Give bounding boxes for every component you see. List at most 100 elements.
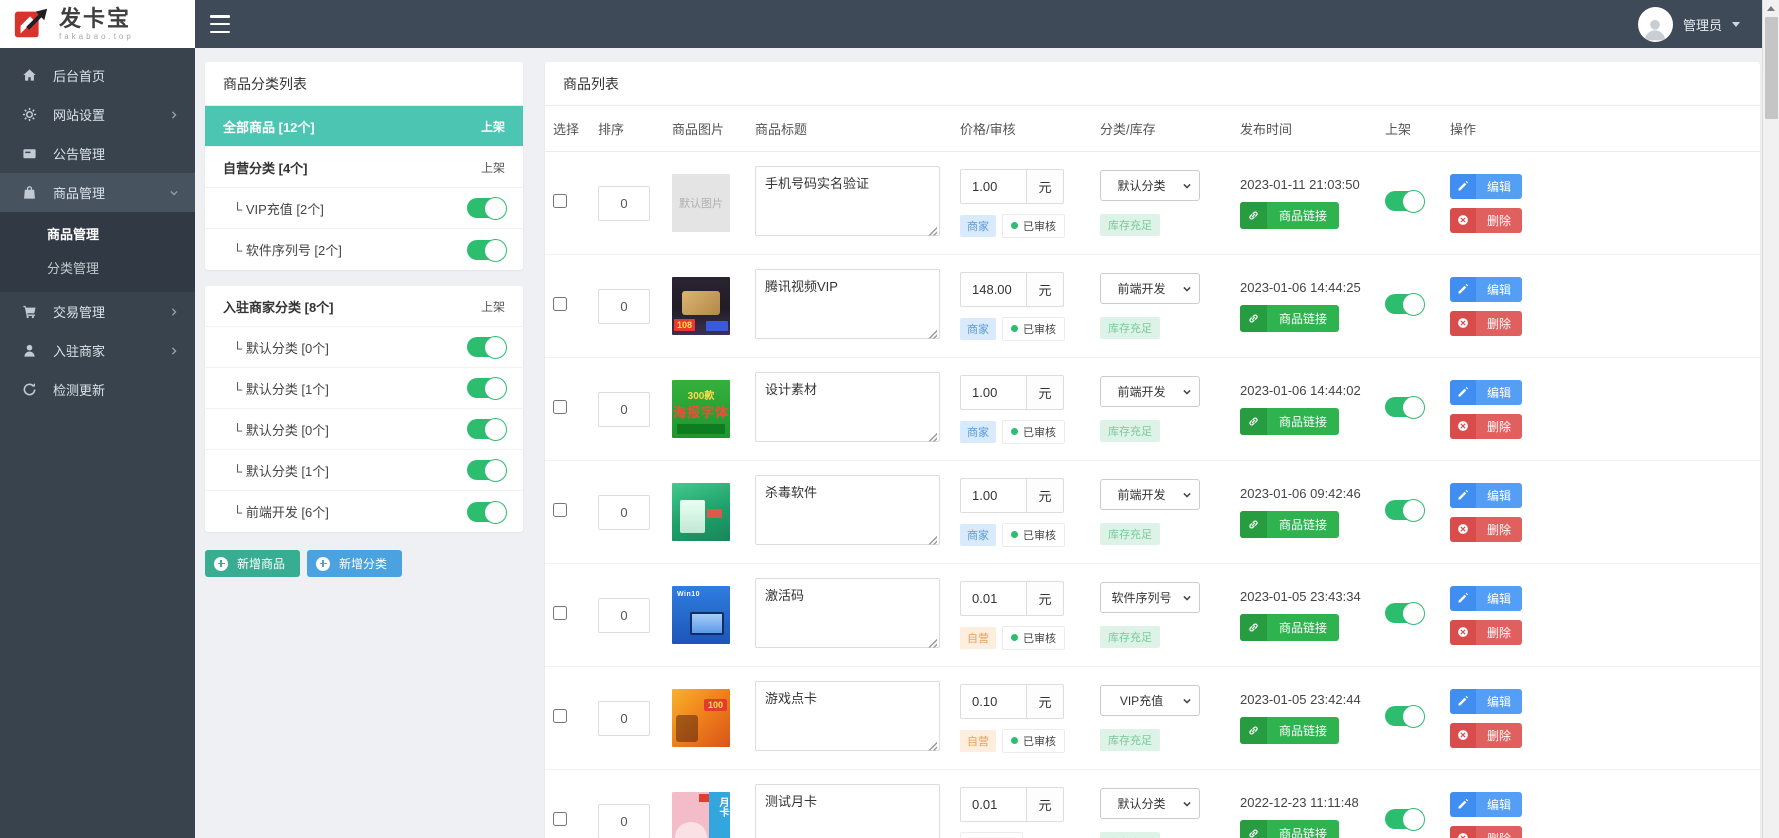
product-title-textarea[interactable]: 设计素材 xyxy=(755,371,940,442)
category-group-merchant[interactable]: 入驻商家分类 [8个] 上架 xyxy=(205,286,523,327)
category-select[interactable]: 默认分类 xyxy=(1100,170,1200,201)
sort-input[interactable] xyxy=(598,185,650,221)
product-link-button[interactable]: 商品链接 xyxy=(1240,511,1340,538)
price-input[interactable] xyxy=(960,477,1026,513)
sort-input[interactable] xyxy=(598,700,650,736)
sidebar-item-announcements[interactable]: 公告管理 xyxy=(0,134,195,173)
edit-button[interactable]: 编辑 xyxy=(1450,379,1522,405)
scrollbar-thumb[interactable] xyxy=(1765,17,1778,119)
listed-toggle[interactable] xyxy=(1385,704,1425,728)
product-title-textarea[interactable]: 游戏点卡 xyxy=(755,680,940,751)
row-checkbox[interactable] xyxy=(553,708,567,723)
x-circle-icon xyxy=(1450,722,1476,748)
product-title-textarea[interactable]: 杀毒软件 xyxy=(755,474,940,545)
category-toggle[interactable] xyxy=(467,459,507,482)
brand-logo[interactable]: 发卡宝 fakabao.top xyxy=(0,0,195,48)
sidebar-item-product-management[interactable]: 商品管理 xyxy=(0,173,195,212)
price-input[interactable] xyxy=(960,683,1026,719)
price-input[interactable] xyxy=(960,580,1026,616)
submenu-item-product-management[interactable]: 商品管理 xyxy=(0,218,195,252)
add-category-button[interactable]: 新增分类 xyxy=(307,550,403,577)
add-product-button[interactable]: 新增商品 xyxy=(205,550,301,577)
delete-button[interactable]: 删除 xyxy=(1450,619,1522,645)
category-toggle[interactable] xyxy=(467,197,507,220)
edit-button[interactable]: 编辑 xyxy=(1450,688,1522,714)
sort-input[interactable] xyxy=(598,494,650,530)
user-menu[interactable]: 管理员 xyxy=(1637,5,1740,43)
category-toggle[interactable] xyxy=(467,377,507,400)
delete-button[interactable]: 删除 xyxy=(1450,310,1522,336)
menu-toggle-button[interactable] xyxy=(210,15,230,33)
category-select[interactable]: 默认分类 xyxy=(1100,788,1200,819)
row-checkbox[interactable] xyxy=(553,502,567,517)
product-title-textarea[interactable]: 测试月卡 xyxy=(755,783,940,838)
price-input[interactable] xyxy=(960,374,1026,410)
category-toggle[interactable] xyxy=(467,336,507,359)
row-checkbox[interactable] xyxy=(553,399,567,414)
product-link-button[interactable]: 商品链接 xyxy=(1240,717,1340,744)
listed-toggle[interactable] xyxy=(1385,189,1425,213)
delete-button[interactable]: 删除 xyxy=(1450,207,1522,233)
product-link-button[interactable]: 商品链接 xyxy=(1240,202,1340,229)
product-image xyxy=(672,483,730,541)
category-select[interactable]: 前端开发 xyxy=(1100,479,1200,510)
category-group-self-operated[interactable]: 自营分类 [4个] 上架 xyxy=(205,147,523,188)
edit-button[interactable]: 编辑 xyxy=(1450,791,1522,817)
edit-button[interactable]: 编辑 xyxy=(1450,173,1522,199)
product-link-button[interactable]: 商品链接 xyxy=(1240,614,1340,641)
category-row-default-1[interactable]: └ 默认分类 [1个] xyxy=(205,368,523,409)
product-link-button[interactable]: 商品链接 xyxy=(1240,305,1340,332)
category-row-default-3[interactable]: └ 默认分类 [1个] xyxy=(205,450,523,491)
price-input[interactable] xyxy=(960,271,1026,307)
category-select[interactable]: 前端开发 xyxy=(1100,376,1200,407)
sidebar-item-site-settings[interactable]: 网站设置 xyxy=(0,95,195,134)
sidebar-item-merchants[interactable]: 入驻商家 xyxy=(0,331,195,370)
product-title-textarea[interactable]: 手机号码实名验证 xyxy=(755,165,940,236)
listed-toggle[interactable] xyxy=(1385,601,1425,625)
price-input[interactable] xyxy=(960,786,1026,822)
product-link-button[interactable]: 商品链接 xyxy=(1240,408,1340,435)
delete-button[interactable]: 删除 xyxy=(1450,722,1522,748)
row-checkbox[interactable] xyxy=(553,296,567,311)
delete-button[interactable]: 删除 xyxy=(1450,516,1522,542)
category-select[interactable]: 软件序列号 xyxy=(1100,582,1200,613)
category-row-frontend-dev[interactable]: └ 前端开发 [6个] xyxy=(205,491,523,532)
product-link-button[interactable]: 商品链接 xyxy=(1240,820,1340,838)
scrollbar-up-button[interactable] xyxy=(1763,0,1779,16)
category-row-software-serial[interactable]: └ 软件序列号 [2个] xyxy=(205,229,523,270)
listed-toggle[interactable] xyxy=(1385,292,1425,316)
stock-badge: 库存充足 xyxy=(1100,729,1160,751)
product-title-textarea[interactable]: 腾讯视频VIP xyxy=(755,268,940,339)
row-checkbox[interactable] xyxy=(553,811,567,826)
category-toggle[interactable] xyxy=(467,500,507,524)
product-title-textarea[interactable]: 激活码 xyxy=(755,577,940,648)
category-row-default-0[interactable]: └ 默认分类 [0个] xyxy=(205,327,523,368)
category-row-all-products[interactable]: 全部商品 [12个] 上架 xyxy=(205,106,523,147)
submenu-item-category-management[interactable]: 分类管理 xyxy=(0,252,195,286)
category-select[interactable]: 前端开发 xyxy=(1100,273,1200,304)
delete-button[interactable]: 删除 xyxy=(1450,413,1522,439)
row-checkbox[interactable] xyxy=(553,193,567,208)
category-row-default-2[interactable]: └ 默认分类 [0个] xyxy=(205,409,523,450)
category-toggle[interactable] xyxy=(467,238,507,262)
sort-input[interactable] xyxy=(598,288,650,324)
listed-toggle[interactable] xyxy=(1385,807,1425,831)
row-checkbox[interactable] xyxy=(553,605,567,620)
listed-toggle[interactable] xyxy=(1385,498,1425,522)
delete-button[interactable]: 删除 xyxy=(1450,825,1522,838)
sidebar-item-trade-management[interactable]: 交易管理 xyxy=(0,292,195,331)
category-row-vip-recharge[interactable]: └ VIP充值 [2个] xyxy=(205,188,523,229)
category-select[interactable]: VIP充值 xyxy=(1100,685,1200,716)
sort-input[interactable] xyxy=(598,597,650,633)
sort-input[interactable] xyxy=(598,803,650,838)
vertical-scrollbar[interactable] xyxy=(1762,0,1779,838)
edit-button[interactable]: 编辑 xyxy=(1450,482,1522,508)
edit-button[interactable]: 编辑 xyxy=(1450,585,1522,611)
category-toggle[interactable] xyxy=(467,418,507,441)
price-input[interactable] xyxy=(960,168,1026,204)
edit-button[interactable]: 编辑 xyxy=(1450,276,1522,302)
listed-toggle[interactable] xyxy=(1385,395,1425,419)
sidebar-item-check-update[interactable]: 检测更新 xyxy=(0,370,195,409)
sidebar-item-dashboard[interactable]: 后台首页 xyxy=(0,56,195,95)
sort-input[interactable] xyxy=(598,391,650,427)
